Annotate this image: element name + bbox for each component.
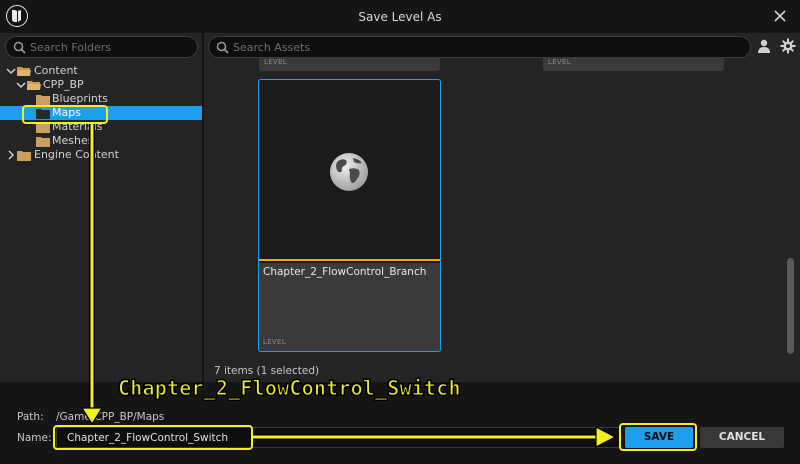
- folder-icon: [36, 137, 50, 147]
- chevron-right-icon[interactable]: [6, 150, 16, 160]
- asset-tile-partial[interactable]: LEVEL: [543, 57, 724, 71]
- close-icon[interactable]: [772, 8, 788, 24]
- name-label: Name:: [17, 432, 52, 444]
- tree-item-cpp-bp[interactable]: CPP_BP: [0, 78, 202, 92]
- search-icon: [13, 41, 26, 54]
- asset-scrollbar[interactable]: [787, 258, 794, 354]
- folder-search[interactable]: [5, 36, 198, 58]
- asset-search[interactable]: [208, 36, 751, 58]
- folder-open-icon: [27, 81, 41, 90]
- highlight-maps-folder: [22, 105, 108, 124]
- asset-thumbnail: [259, 80, 440, 261]
- chevron-down-icon[interactable]: [6, 66, 16, 76]
- folder-panel: Content CPP_BP Blueprints Maps Materials…: [0, 33, 203, 382]
- asset-type-label: LEVEL: [264, 58, 287, 66]
- annotation-label: Chapter_2_FlowControl_Switch: [118, 376, 462, 401]
- folder-search-input[interactable]: [30, 37, 191, 57]
- asset-info: Chapter_2_FlowControl_Branch LEVEL: [259, 263, 440, 351]
- asset-type-label: LEVEL: [548, 58, 571, 66]
- asset-search-input[interactable]: [233, 37, 744, 57]
- chevron-down-icon[interactable]: [16, 80, 26, 90]
- folder-icon: [17, 151, 31, 161]
- path-value: /Game/CPP_BP/Maps: [56, 411, 165, 423]
- tree-item-blueprints[interactable]: Blueprints: [0, 92, 202, 106]
- gear-icon[interactable]: [780, 38, 796, 54]
- asset-type-label: LEVEL: [263, 338, 286, 346]
- tree-item-label: Meshes: [52, 134, 94, 147]
- folder-icon: [36, 95, 50, 105]
- folder-open-icon: [17, 67, 31, 76]
- user-filter-icon[interactable]: [756, 38, 772, 54]
- cancel-button[interactable]: CANCEL: [700, 427, 784, 448]
- tree-item-label: Blueprints: [52, 92, 108, 105]
- asset-name: Chapter_2_FlowControl_Branch: [263, 266, 427, 278]
- tree-item-label: Content: [34, 64, 78, 77]
- tree-item-label: Engine Content: [34, 148, 119, 161]
- window-title: Save Level As: [358, 10, 442, 24]
- globe-icon: [330, 153, 368, 191]
- highlight-save-button: [619, 423, 697, 451]
- highlight-name-field: [53, 425, 253, 450]
- tree-item-content[interactable]: Content: [0, 64, 202, 78]
- search-icon: [216, 41, 229, 54]
- tree-item-meshes[interactable]: Meshes: [0, 134, 202, 148]
- asset-tile-partial[interactable]: LEVEL: [259, 57, 440, 71]
- title-bar: Save Level As: [0, 0, 800, 33]
- tree-item-label: CPP_BP: [43, 78, 84, 91]
- asset-tile-selected[interactable]: Chapter_2_FlowControl_Branch LEVEL: [258, 79, 441, 352]
- tree-item-engine-content[interactable]: Engine Content: [0, 148, 202, 162]
- path-label: Path:: [17, 411, 44, 423]
